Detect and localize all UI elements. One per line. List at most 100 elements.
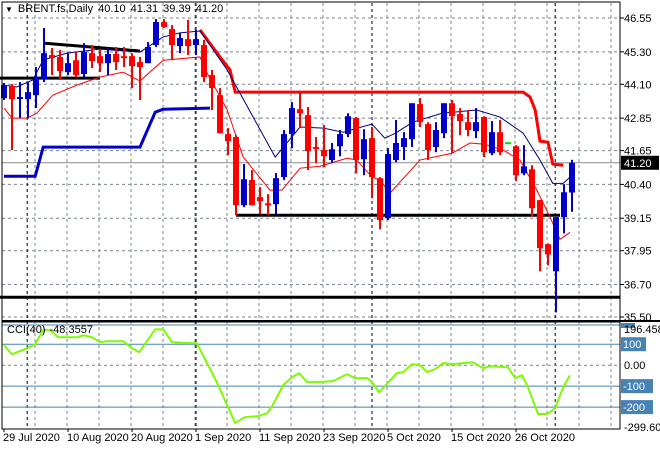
- chart-header: ▼ BRENT.fs,Daily 40.10 41.31 39.39 41.20: [5, 3, 223, 15]
- candle-body: [385, 154, 391, 219]
- candle: [401, 132, 407, 161]
- candle: [353, 117, 359, 174]
- candle: [257, 187, 263, 215]
- candle-body: [537, 200, 543, 249]
- candle-body: [129, 56, 135, 67]
- cci-max-label: 196.4581: [624, 324, 660, 336]
- candle-body: [273, 178, 279, 205]
- candle-body: [329, 149, 335, 161]
- candle: [49, 48, 55, 76]
- candle-body: [9, 86, 15, 100]
- candle-body: [561, 192, 567, 218]
- candle-body: [473, 122, 479, 132]
- cci-pane: 100 -100 -200 0.00 196.4581 -299.603: [2, 320, 660, 434]
- candle-body: [297, 109, 303, 114]
- candle: [73, 52, 79, 77]
- candle-body: [177, 38, 183, 47]
- time-tick-label: 10 Aug 2020: [67, 432, 129, 444]
- candle: [209, 69, 215, 110]
- candle-body: [73, 60, 79, 76]
- candle: [433, 122, 439, 153]
- candle: [169, 25, 175, 61]
- chart-canvas[interactable]: 100 -100 -200 0.00 196.4581 -299.603 46.55 45.…: [0, 0, 660, 450]
- candle: [289, 102, 295, 149]
- candle-body: [65, 63, 71, 73]
- candle-body: [513, 146, 519, 176]
- cci-title: CCI(40): [7, 324, 46, 336]
- triangle-down-icon[interactable]: ▼: [5, 5, 13, 14]
- candle: [345, 113, 351, 138]
- candle-body: [249, 180, 255, 206]
- time-tick-label: 29 Jul 2020: [3, 432, 60, 444]
- price-tick-label: 40.40: [624, 179, 652, 191]
- time-tick-label: 5 Oct 2020: [387, 432, 441, 444]
- candle: [185, 19, 191, 56]
- candle: [249, 170, 255, 206]
- price-tick-label: 39.15: [624, 213, 652, 225]
- candle-body: [25, 92, 31, 100]
- candle: [561, 184, 567, 234]
- candle: [385, 148, 391, 221]
- candle-body: [265, 203, 271, 206]
- open-value: 40.10: [98, 3, 126, 15]
- low-value: 39.39: [163, 3, 191, 15]
- candle: [33, 66, 39, 109]
- candle-body: [449, 103, 455, 117]
- candle: [217, 88, 223, 134]
- candle-body: [305, 115, 311, 152]
- candle: [65, 53, 71, 76]
- candle: [465, 110, 471, 137]
- candle: [521, 145, 527, 176]
- candle-body: [257, 197, 263, 202]
- price-tick-label: 45.30: [624, 47, 652, 59]
- candle-body: [489, 132, 495, 154]
- candle-body: [41, 53, 47, 80]
- time-tick-label: 15 Oct 2020: [451, 432, 511, 444]
- price-tick-label: 37.95: [624, 246, 652, 258]
- candle-body: [481, 117, 487, 153]
- candle-body: [217, 95, 223, 134]
- candle: [129, 53, 135, 89]
- candle: [41, 28, 47, 83]
- price-tick-label: 35.50: [624, 312, 652, 324]
- candle-body: [81, 52, 87, 75]
- candle-body: [345, 116, 351, 135]
- candle-body: [281, 134, 287, 178]
- candle: [137, 56, 143, 100]
- candle: [489, 121, 495, 156]
- candle-body: [153, 22, 159, 46]
- candle-body: [497, 132, 503, 153]
- candle: [241, 164, 247, 208]
- price-tick-label: 42.85: [624, 113, 652, 125]
- candle: [441, 103, 447, 139]
- candle: [313, 137, 319, 164]
- candle-body: [169, 29, 175, 46]
- candle: [201, 39, 207, 83]
- cci-level-label: 100: [623, 339, 641, 351]
- candle: [513, 145, 519, 182]
- cci-level-label: -200: [623, 402, 645, 414]
- candle: [481, 116, 487, 158]
- candle-body: [369, 138, 375, 178]
- candle: [569, 159, 575, 212]
- candle: [17, 82, 23, 119]
- candle: [193, 29, 199, 56]
- candle-body: [33, 78, 39, 96]
- candle-body: [105, 53, 111, 64]
- time-tick-label: 11 Sep 2020: [259, 432, 321, 444]
- candle: [425, 122, 431, 161]
- candle-body: [225, 134, 231, 142]
- candle: [9, 84, 15, 151]
- price-tick-label: 46.55: [624, 13, 652, 25]
- candle: [161, 19, 167, 29]
- candle: [321, 125, 327, 168]
- symbol-label: BRENT.fs,Daily: [17, 3, 94, 15]
- candle: [369, 127, 375, 199]
- candle-body: [313, 147, 319, 150]
- high-value: 41.31: [130, 3, 159, 15]
- candle: [529, 165, 535, 217]
- candle-body: [505, 142, 511, 145]
- price-tick-label: 36.70: [624, 280, 652, 292]
- candle-body: [57, 56, 63, 72]
- candle-body: [401, 138, 407, 148]
